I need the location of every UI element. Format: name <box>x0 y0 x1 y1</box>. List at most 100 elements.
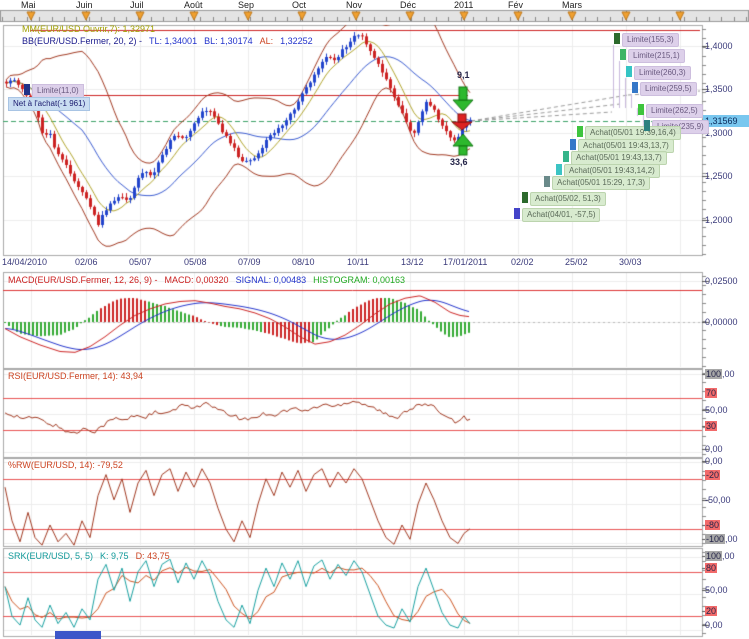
mm-indicator-label: MM(EUR/USD Ouvrir,7): 1,32971 <box>22 24 155 35</box>
achat-trade-label[interactable]: Achat(05/01 19:39,16,4) <box>585 126 681 140</box>
indicator-text-part: AL: <box>260 36 274 46</box>
axis-badge: 70 <box>705 388 717 398</box>
price-axis-label: 1,3000 <box>705 128 733 138</box>
month-label: Juin <box>76 0 93 10</box>
month-label: Nov <box>346 0 362 10</box>
limite-order-swatch <box>614 33 620 44</box>
arrow-top-value: 9,1 <box>457 70 470 80</box>
axis-label: 0,00 <box>705 456 723 466</box>
axis-badge: 80 <box>705 563 717 573</box>
axis-label: -100,00 <box>705 534 738 544</box>
trading-app-window: MaiJuinJuilAoûtSepOctNovDéc2011FévMars M… <box>0 0 749 639</box>
chart-canvas[interactable] <box>0 0 749 639</box>
axis-label: 70 <box>705 388 717 398</box>
macd-indicator-label: MACD(EUR/USD.Fermer, 12, 26, 9) - MACD: 0… <box>8 275 412 286</box>
indicator-text-part: MACD(EUR/USD.Fermer, 12, 26, 9) - <box>8 275 158 285</box>
stochastic-indicator-label: SRK(EUR/USD, 5, 5) K: 9,75 D: 43,75 <box>8 551 177 562</box>
achat-trade-swatch <box>544 176 550 187</box>
month-label: Oct <box>292 0 306 10</box>
achat-trade-label[interactable]: Achat(05/01 19:43,13,7) <box>571 151 667 165</box>
date-label: 05/08 <box>184 257 207 267</box>
limite-order-swatch <box>632 82 638 93</box>
date-label: 14/04/2010 <box>2 257 47 267</box>
month-label: Août <box>184 0 203 10</box>
axis-label: 0,02500 <box>705 276 738 286</box>
arrow-bottom-value: 33,6 <box>450 157 468 167</box>
indicator-text-part: SIGNAL: 0,00483 <box>236 275 307 285</box>
axis-badge: 30 <box>705 421 717 431</box>
axis-label: 0,00 <box>705 620 723 630</box>
left-limit-order-label[interactable]: Limite(11,0) <box>32 84 84 98</box>
price-axis-label: 1,2000 <box>705 215 733 225</box>
bb-indicator-label: BB(EUR/USD.Fermer, 20, 2) - TL: 1,34001 BL… <box>22 36 320 47</box>
axis-label: 50,00 <box>705 405 728 415</box>
date-label: 02/06 <box>75 257 98 267</box>
indicator-text-part: D: 43,75 <box>136 551 170 561</box>
axis-badge: -80 <box>705 520 720 530</box>
axis-label: 20 <box>705 606 717 616</box>
axis-label: -20 <box>705 470 720 480</box>
month-label: 2011 <box>454 0 473 10</box>
axis-label: 100,00 <box>705 369 735 379</box>
axis-badge: 100 <box>705 369 722 379</box>
current-price-box: 1,31569 <box>703 115 749 127</box>
date-label: 10/11 <box>347 257 369 267</box>
axis-label: 50,00 <box>705 585 728 595</box>
indicator-text-part: HISTOGRAM: 0,00163 <box>313 275 405 285</box>
axis-label: 0,00 <box>705 444 723 454</box>
date-label: 30/03 <box>619 257 642 267</box>
limite-order-swatch <box>638 104 644 115</box>
limite-order-label[interactable]: Limite(259,5) <box>640 82 697 96</box>
achat-trade-swatch <box>522 192 528 203</box>
achat-trade-swatch <box>570 139 576 150</box>
net-position-label[interactable]: Net à l'achat(-1 961) <box>8 97 90 111</box>
date-label: 07/09 <box>238 257 261 267</box>
axis-badge: 100 <box>705 551 722 561</box>
month-label: Sep <box>238 0 254 10</box>
date-label: 17/01/2011 <box>443 257 487 267</box>
axis-label: 100,00 <box>705 551 735 561</box>
date-label: 05/07 <box>129 257 152 267</box>
indicator-text-part: BL: 1,30174 <box>204 36 253 46</box>
axis-label: 0,00000 <box>705 317 738 327</box>
indicator-text-part: 1,32252 <box>280 36 313 46</box>
month-label: Déc <box>400 0 416 10</box>
achat-trade-label[interactable]: Achat(04/01, -57,5) <box>522 208 600 222</box>
month-label: Juil <box>130 0 144 10</box>
indicator-text-part: TL: 1,34001 <box>149 36 197 46</box>
date-label: 02/02 <box>511 257 534 267</box>
month-label: Mars <box>562 0 582 10</box>
achat-trade-label[interactable]: Achat(05/01 15:29, 17,3) <box>552 176 650 190</box>
achat-trade-swatch <box>556 164 562 175</box>
limite-order-label[interactable]: Limite(260,3) <box>634 66 691 80</box>
achat-trade-swatch <box>563 151 569 162</box>
price-axis-label: 1,4000 <box>705 41 733 51</box>
price-axis-label: 1,3500 <box>705 84 733 94</box>
axis-badge: -100 <box>705 534 725 544</box>
limite-order-label[interactable]: Limite(155,3) <box>622 33 679 47</box>
bottom-left-marker <box>55 631 101 639</box>
limite-order-swatch <box>620 49 626 60</box>
date-label: 13/12 <box>401 257 424 267</box>
limite-order-swatch <box>644 120 650 131</box>
limite-order-label[interactable]: Limite(262,5) <box>646 104 703 118</box>
date-label: 25/02 <box>565 257 588 267</box>
indicator-text-part: MACD: 0,00320 <box>165 275 229 285</box>
achat-trade-label[interactable]: Achat(05/02, 51,3) <box>530 192 606 206</box>
axis-badge: 20 <box>705 606 717 616</box>
price-axis-label: 1,2500 <box>705 171 733 181</box>
indicator-text-part: SRK(EUR/USD, 5, 5) <box>8 551 93 561</box>
indicator-text-part: BB(EUR/USD.Fermer, 20, 2) - <box>22 36 142 46</box>
axis-label: 80 <box>705 563 717 573</box>
axis-label: 30 <box>705 421 717 431</box>
achat-trade-swatch <box>577 126 583 137</box>
axis-label: -80 <box>705 520 720 530</box>
limite-order-label[interactable]: Limite(215,1) <box>628 49 685 63</box>
axis-label: -50,00 <box>705 495 731 505</box>
date-label: 08/10 <box>292 257 315 267</box>
month-label: Fév <box>508 0 523 10</box>
timeline-scrollbar[interactable] <box>0 10 749 22</box>
left-limit-swatch <box>24 84 30 95</box>
percent-r-indicator-label: %RW(EUR/USD, 14): -79,52 <box>8 460 123 471</box>
indicator-text-part: K: 9,75 <box>100 551 129 561</box>
